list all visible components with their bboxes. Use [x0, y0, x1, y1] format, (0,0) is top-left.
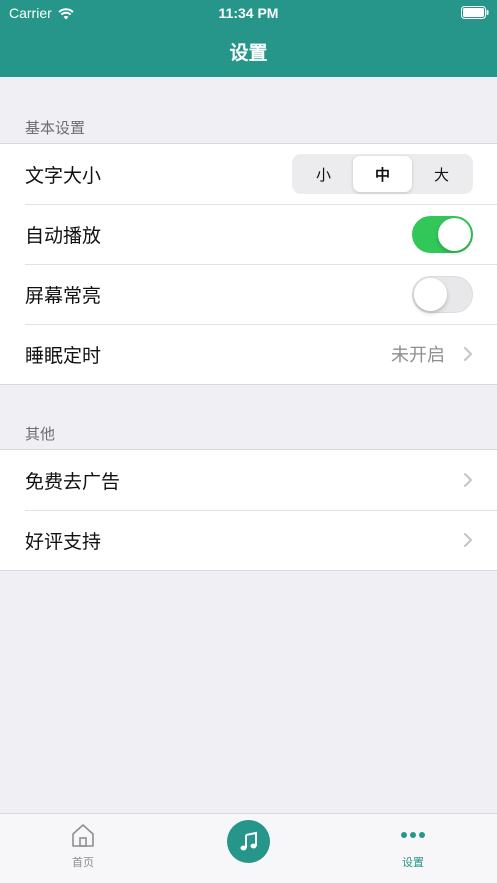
keep-screen-on-row: 屏幕常亮: [0, 264, 497, 324]
rate-app-label: 好评支持: [25, 530, 102, 553]
font-size-medium-option[interactable]: 中: [353, 156, 412, 192]
settings-group-other: 免费去广告 好评支持: [0, 449, 497, 571]
toggle-knob: [414, 278, 447, 311]
more-dots-icon: [401, 832, 425, 838]
battery-icon: [461, 6, 489, 19]
home-icon: [72, 824, 94, 847]
chevron-right-icon: [464, 473, 472, 487]
page-title: 设置: [229, 42, 268, 64]
tab-bar: 首页 设置: [0, 813, 497, 883]
settings-group-basic: 文字大小 小 中 大 自动播放 屏幕常亮 睡眠定时 未开启: [0, 143, 497, 385]
sleep-timer-row[interactable]: 睡眠定时 未开启: [0, 324, 497, 384]
section-header-basic: 基本设置: [25, 119, 86, 137]
tab-settings[interactable]: 设置: [373, 822, 453, 870]
section-header-other: 其他: [25, 425, 56, 443]
font-size-segmented-control[interactable]: 小 中 大: [292, 154, 473, 194]
autoplay-toggle[interactable]: [412, 216, 473, 253]
remove-ads-row[interactable]: 免费去广告: [0, 450, 497, 510]
font-size-large-option[interactable]: 大: [412, 156, 471, 192]
font-size-small-option[interactable]: 小: [294, 156, 353, 192]
status-bar: Carrier 11:34 PM: [0, 0, 497, 26]
autoplay-row: 自动播放: [0, 204, 497, 264]
navigation-header: Carrier 11:34 PM 设置: [0, 0, 497, 77]
chevron-right-icon: [464, 347, 472, 361]
sleep-timer-value: 未开启: [391, 345, 445, 366]
rate-app-row[interactable]: 好评支持: [0, 510, 497, 570]
tab-settings-label: 设置: [402, 856, 424, 869]
music-player-button[interactable]: [227, 820, 270, 863]
remove-ads-label: 免费去广告: [25, 470, 121, 493]
status-time: 11:34 PM: [218, 5, 279, 21]
tab-home[interactable]: 首页: [43, 822, 123, 870]
music-note-icon: [240, 831, 257, 850]
chevron-right-icon: [464, 533, 472, 547]
keep-screen-on-toggle[interactable]: [412, 276, 473, 313]
tab-home-label: 首页: [72, 856, 94, 869]
font-size-row: 文字大小 小 中 大: [0, 144, 497, 204]
toggle-knob: [438, 218, 471, 251]
